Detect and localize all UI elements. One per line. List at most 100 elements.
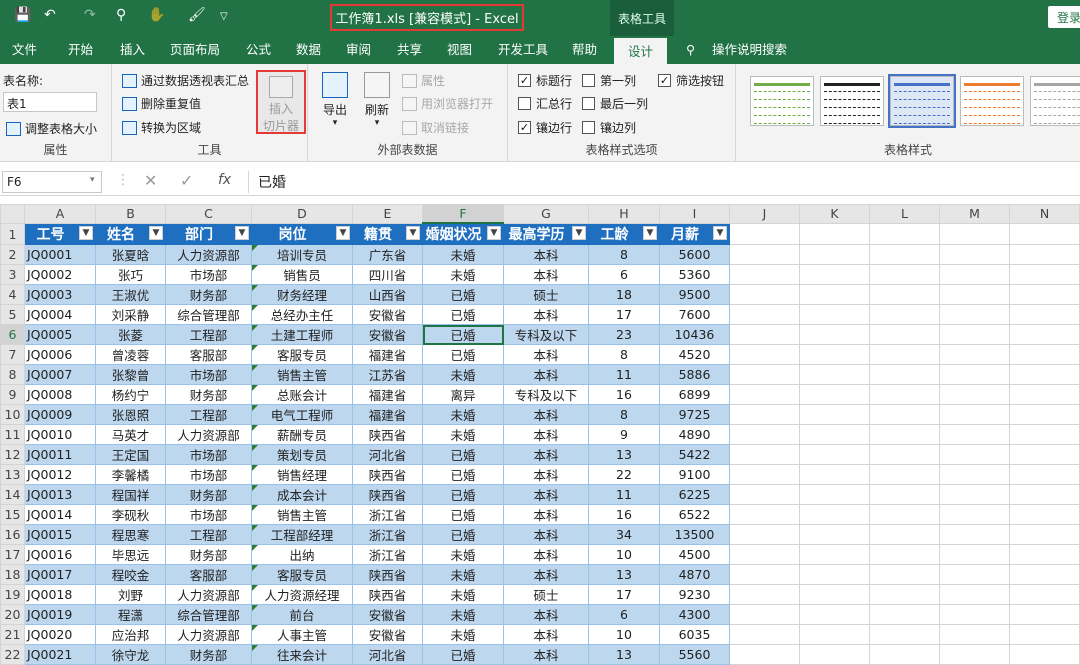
table-cell[interactable]: 工程部	[165, 524, 252, 546]
table-cell[interactable]: 出纳	[251, 544, 353, 566]
empty-cell[interactable]	[1009, 424, 1080, 446]
column-header[interactable]: J	[729, 204, 800, 224]
table-cell[interactable]: 陕西省	[352, 564, 423, 586]
table-style-swatch[interactable]	[1030, 76, 1080, 126]
table-cell[interactable]: JQ0006	[24, 344, 96, 366]
table-style-swatch[interactable]	[888, 74, 956, 128]
table-cell[interactable]: 市场部	[165, 464, 252, 486]
empty-cell[interactable]	[729, 284, 800, 306]
table-cell[interactable]: 已婚	[422, 344, 504, 366]
table-cell[interactable]: 本科	[503, 444, 589, 466]
table-cell[interactable]: 李馨橘	[95, 464, 166, 486]
table-cell[interactable]: 福建省	[352, 404, 423, 426]
row-header[interactable]: 10	[0, 404, 25, 426]
table-cell[interactable]: 未婚	[422, 624, 504, 646]
table-cell[interactable]: 程咬金	[95, 564, 166, 586]
table-cell[interactable]: 广东省	[352, 244, 423, 266]
table-cell[interactable]: 财务经理	[251, 284, 353, 306]
table-cell[interactable]: 硕士	[503, 284, 589, 306]
tab-formulas[interactable]: 公式	[246, 36, 271, 64]
table-cell[interactable]: 5560	[659, 644, 730, 665]
empty-cell[interactable]	[1009, 524, 1080, 546]
table-cell[interactable]: 策划专员	[251, 444, 353, 466]
table-cell[interactable]: 17	[588, 304, 660, 326]
table-cell[interactable]: 浙江省	[352, 544, 423, 566]
table-cell[interactable]: 已婚	[422, 324, 504, 346]
search-icon[interactable]: ⚲	[116, 7, 126, 23]
table-cell[interactable]: 未婚	[422, 424, 504, 446]
table-cell[interactable]: 未婚	[422, 404, 504, 426]
empty-cell[interactable]	[869, 444, 940, 466]
empty-cell[interactable]	[1009, 404, 1080, 426]
table-header-cell[interactable]: ▼ 月薪	[659, 222, 730, 246]
empty-cell[interactable]	[869, 364, 940, 386]
empty-cell[interactable]	[729, 264, 800, 286]
empty-cell[interactable]	[799, 344, 870, 366]
tab-insert[interactable]: 插入	[120, 36, 145, 64]
empty-cell[interactable]	[729, 384, 800, 406]
table-cell[interactable]: 人力资源部	[165, 624, 252, 646]
table-cell[interactable]: 已婚	[422, 504, 504, 526]
empty-cell[interactable]	[799, 304, 870, 326]
export-button[interactable]: 导出 ▾	[320, 72, 350, 128]
table-header-cell[interactable]: ▼ 工龄	[588, 222, 660, 246]
column-header[interactable]: D	[251, 204, 353, 224]
table-cell[interactable]: 6	[588, 264, 660, 286]
table-cell[interactable]: 安徽省	[352, 604, 423, 626]
table-cell[interactable]: 浙江省	[352, 524, 423, 546]
empty-cell[interactable]	[939, 264, 1010, 286]
table-cell[interactable]: 专科及以下	[503, 384, 589, 406]
table-cell[interactable]: 马英才	[95, 424, 166, 446]
table-cell[interactable]: 专科及以下	[503, 324, 589, 346]
table-header-cell[interactable]: ▼ 姓名	[95, 222, 166, 246]
table-cell[interactable]: 安徽省	[352, 324, 423, 346]
empty-cell[interactable]	[799, 424, 870, 446]
table-cell[interactable]: 土建工程师	[251, 324, 353, 346]
table-cell[interactable]: JQ0007	[24, 364, 96, 386]
table-cell[interactable]: 已婚	[422, 484, 504, 506]
table-cell[interactable]: 电气工程师	[251, 404, 353, 426]
pivot-summary-button[interactable]: 通过数据透视表汇总	[122, 72, 249, 89]
table-cell[interactable]: 4500	[659, 544, 730, 566]
table-cell[interactable]: 硕士	[503, 584, 589, 606]
empty-cell[interactable]	[1009, 364, 1080, 386]
table-cell[interactable]: 市场部	[165, 264, 252, 286]
empty-cell[interactable]	[799, 544, 870, 566]
table-cell[interactable]: 程国祥	[95, 484, 166, 506]
empty-cell[interactable]	[939, 384, 1010, 406]
tab-data[interactable]: 数据	[296, 36, 321, 64]
table-cell[interactable]: 22	[588, 464, 660, 486]
open-in-browser-button[interactable]: 用浏览器打开	[402, 95, 493, 112]
unlink-button[interactable]: 取消链接	[402, 119, 469, 136]
empty-cell[interactable]	[1009, 504, 1080, 526]
empty-cell[interactable]	[1009, 624, 1080, 646]
empty-cell[interactable]	[869, 404, 940, 426]
table-cell[interactable]: JQ0014	[24, 504, 96, 526]
empty-cell[interactable]	[939, 404, 1010, 426]
row-header[interactable]: 12	[0, 444, 25, 466]
table-cell[interactable]: 浙江省	[352, 504, 423, 526]
table-cell[interactable]: 未婚	[422, 364, 504, 386]
empty-cell[interactable]	[869, 222, 940, 246]
column-header[interactable]: G	[503, 204, 589, 224]
table-style-swatch[interactable]	[750, 76, 814, 126]
empty-cell[interactable]	[729, 644, 800, 665]
table-cell[interactable]: 工程部	[165, 324, 252, 346]
tell-me-search[interactable]: 操作说明搜索	[712, 36, 787, 64]
table-cell[interactable]: 安徽省	[352, 304, 423, 326]
table-cell[interactable]: 程思寒	[95, 524, 166, 546]
empty-cell[interactable]	[939, 544, 1010, 566]
table-cell[interactable]: 4890	[659, 424, 730, 446]
filter-dropdown-icon[interactable]: ▼	[149, 226, 163, 241]
table-cell[interactable]: JQ0020	[24, 624, 96, 646]
table-cell[interactable]: 5886	[659, 364, 730, 386]
tab-page-layout[interactable]: 页面布局	[170, 36, 220, 64]
table-header-cell[interactable]: ▼ 婚姻状况	[422, 222, 504, 246]
filter-dropdown-icon[interactable]: ▼	[406, 226, 420, 241]
empty-cell[interactable]	[1009, 384, 1080, 406]
empty-cell[interactable]	[869, 504, 940, 526]
empty-cell[interactable]	[729, 464, 800, 486]
table-cell[interactable]: 王淑优	[95, 284, 166, 306]
row-header[interactable]: 14	[0, 484, 25, 506]
table-cell[interactable]: 销售主管	[251, 364, 353, 386]
